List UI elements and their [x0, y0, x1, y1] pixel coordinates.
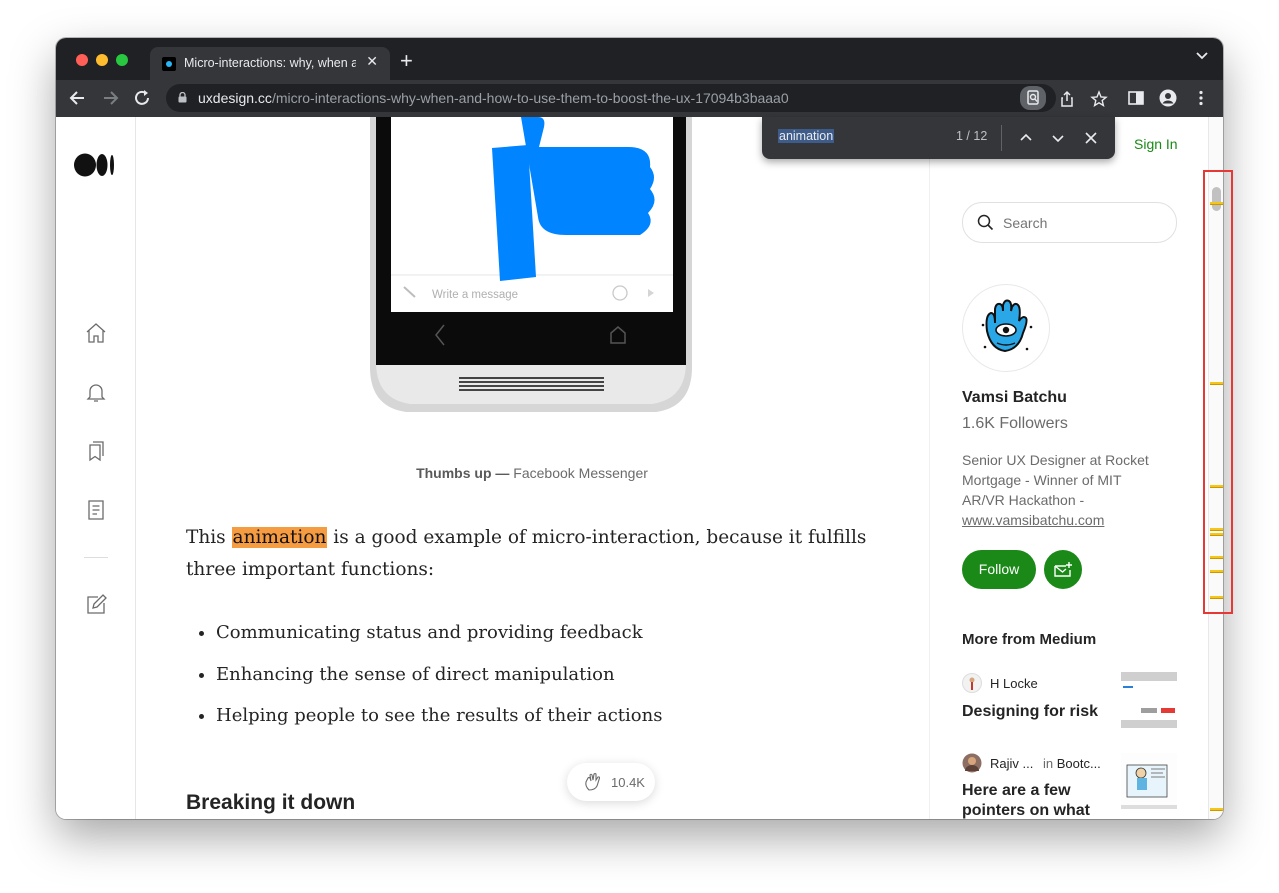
find-close-icon[interactable] — [1083, 130, 1099, 146]
reload-icon[interactable] — [132, 88, 152, 108]
browser-window: Micro-interactions: why, when and how to… — [56, 38, 1223, 819]
medium-favicon-icon — [162, 57, 176, 71]
phone-thumbs-up-illustration — [370, 117, 692, 412]
find-divider — [1001, 125, 1002, 151]
article-body: Write a message Thumbs up — Facebook Mes… — [136, 117, 928, 819]
find-result-marker — [1210, 808, 1223, 810]
new-tab-button[interactable]: + — [400, 48, 413, 74]
minimize-window-button[interactable] — [96, 54, 108, 66]
share-icon[interactable] — [1058, 90, 1076, 108]
list-item: Helping people to see the results of the… — [216, 700, 662, 742]
message-input-placeholder: Write a message — [432, 289, 519, 301]
image-caption: Thumbs up — Facebook Messenger — [416, 465, 648, 481]
find-next-chevron-down-icon[interactable] — [1050, 130, 1066, 146]
toolbar: uxdesign.cc/micro-interactions-why-when-… — [56, 80, 1223, 117]
url-text: uxdesign.cc/micro-interactions-why-when-… — [198, 90, 789, 106]
annotation-highlight-box — [1203, 170, 1233, 614]
lists-bookmark-icon[interactable] — [84, 439, 108, 463]
write-edit-icon[interactable] — [84, 593, 108, 617]
bookmark-star-icon[interactable] — [1090, 90, 1108, 108]
find-result-count: 1 / 12 — [956, 129, 988, 143]
author-avatar-small — [962, 753, 982, 773]
browser-tab[interactable]: Micro-interactions: why, when and how to… — [150, 47, 390, 80]
side-panel-icon[interactable] — [1127, 89, 1145, 107]
find-input[interactable]: animation — [778, 129, 835, 143]
author-avatar-small — [962, 673, 982, 693]
list-item: Communicating status and providing feedb… — [216, 617, 662, 659]
follower-count[interactable]: 1.6K Followers — [962, 415, 1068, 433]
rec-publication: Bootc... — [1056, 756, 1101, 771]
follow-button[interactable]: Follow — [962, 550, 1036, 589]
medium-logo-icon[interactable] — [74, 153, 116, 177]
rec-title: Designing for risk — [962, 703, 1099, 720]
tab-close-icon[interactable]: ✕ — [366, 53, 378, 70]
author-bio: Senior UX Designer at Rocket Mortgage - … — [962, 452, 1149, 528]
search-placeholder: Search — [1003, 215, 1048, 231]
search-input[interactable]: Search — [962, 202, 1177, 243]
clap-hands-icon — [585, 772, 601, 791]
author-website-link[interactable]: www.vamsibatchu.com — [962, 512, 1104, 528]
clap-button[interactable]: 10.4K — [567, 763, 655, 801]
kebab-menu-icon[interactable] — [1192, 89, 1210, 107]
back-arrow-icon[interactable] — [68, 88, 88, 108]
mail-plus-icon — [1054, 562, 1072, 577]
author-name[interactable]: Vamsi Batchu — [962, 389, 1067, 407]
search-icon — [977, 214, 994, 231]
tab-strip: Micro-interactions: why, when and how to… — [56, 38, 1223, 80]
nav-divider — [84, 557, 108, 558]
stories-document-icon[interactable] — [84, 498, 108, 522]
right-sidebar: Sign In Search Vamsi Batchu 1.6K Followe… — [929, 117, 1209, 819]
more-from-medium-heading: More from Medium — [962, 631, 1097, 648]
forward-arrow-icon[interactable] — [100, 88, 120, 108]
notifications-bell-icon[interactable] — [84, 380, 108, 404]
left-navigation — [56, 117, 136, 819]
rec-thumbnail — [1121, 672, 1177, 728]
lock-icon[interactable] — [178, 92, 187, 103]
address-bar[interactable]: uxdesign.cc/micro-interactions-why-when-… — [166, 84, 1108, 112]
find-previous-chevron-up-icon[interactable] — [1018, 130, 1034, 146]
rec-thumbnail — [1121, 753, 1177, 809]
home-icon[interactable] — [84, 321, 108, 345]
bullet-list: Communicating status and providing feedb… — [186, 617, 662, 742]
rec-title: Here are a few pointers on what — [962, 782, 1090, 819]
tab-search-chevron-icon[interactable] — [1195, 48, 1209, 62]
profile-icon[interactable] — [1159, 89, 1177, 107]
rec-author: Rajiv ... in Bootc... — [990, 756, 1101, 771]
author-avatar[interactable] — [962, 284, 1050, 372]
find-in-page-bar: animation 1 / 12 — [762, 117, 1115, 159]
subscribe-email-button[interactable] — [1044, 550, 1082, 589]
rec-author: H Locke — [990, 676, 1038, 691]
article-paragraph: This animation is a good example of micr… — [186, 527, 867, 580]
clap-count: 10.4K — [611, 775, 645, 790]
tab-title: Micro-interactions: why, when and how to… — [184, 56, 356, 70]
section-heading: Breaking it down — [186, 791, 356, 814]
hamsa-hand-avatar-icon — [981, 299, 1033, 353]
page-viewport: Write a message Thumbs up — Facebook Mes… — [56, 117, 1223, 819]
find-highlight: animation — [231, 527, 328, 548]
find-in-page-icon[interactable] — [1020, 86, 1046, 110]
list-item: Enhancing the sense of direct manipulati… — [216, 659, 662, 701]
close-window-button[interactable] — [76, 54, 88, 66]
zoom-window-button[interactable] — [116, 54, 128, 66]
sign-in-link[interactable]: Sign In — [1134, 136, 1178, 152]
